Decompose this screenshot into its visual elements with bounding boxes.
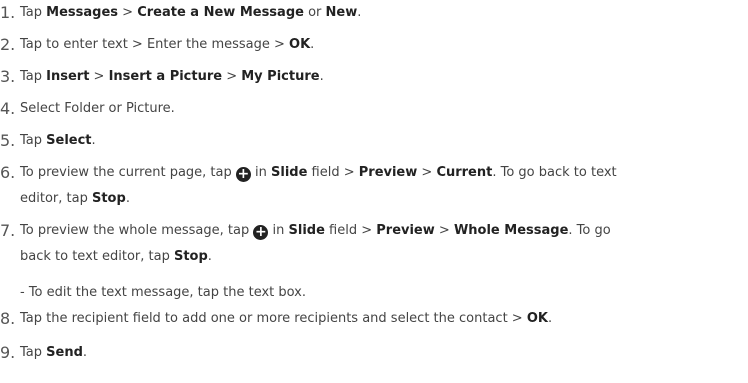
menu-my-picture: My Picture [241, 69, 320, 84]
plus-circle-icon: + [235, 166, 251, 182]
step-number: 3. [0, 67, 16, 86]
menu-insert: Insert [46, 69, 90, 84]
step-text: Tap Insert > Insert a Picture > My Pictu… [20, 69, 324, 84]
button-send: Send [46, 345, 83, 360]
button-select: Select [46, 133, 92, 148]
button-ok: OK [526, 311, 548, 326]
menu-new: New [325, 5, 358, 20]
step-number: 4. [0, 99, 16, 118]
step-text: Tap Send. [20, 345, 88, 360]
menu-whole-message: Whole Message [453, 223, 569, 238]
button-stop: Stop [173, 249, 208, 264]
step-text: Tap the recipient field to add one or mo… [20, 311, 553, 326]
field-slide: Slide [288, 223, 325, 238]
step-text: To preview the whole message, tap + in S… [20, 223, 611, 264]
field-slide: Slide [271, 165, 308, 180]
menu-insert-picture: Insert a Picture [108, 69, 223, 84]
step-text: Tap Select. [20, 133, 96, 148]
step-number: 2. [0, 35, 16, 54]
step-number: 6. [0, 163, 16, 182]
menu-create-new-message: Create a New Message [137, 5, 304, 20]
step-number: 8. [0, 309, 16, 328]
step-number: 9. [0, 343, 16, 362]
menu-messages: Messages [46, 5, 119, 20]
step-number: 1. [0, 3, 16, 22]
plus-circle-icon: + [253, 224, 269, 240]
step-note: - To edit the text message, tap the text… [20, 285, 307, 300]
button-stop: Stop [91, 191, 126, 206]
step-number: 7. [0, 221, 16, 240]
menu-current: Current [436, 165, 493, 180]
menu-preview: Preview [376, 223, 435, 238]
step-text: Tap Messages > Create a New Message or N… [20, 5, 362, 20]
step-text: Tap to enter text > Enter the message > … [20, 37, 315, 52]
button-ok: OK [289, 37, 311, 52]
step-text: Select Folder or Picture. [20, 101, 175, 116]
step-text: To preview the current page, tap + in Sl… [20, 165, 617, 206]
menu-preview: Preview [358, 165, 418, 180]
instruction-list: 1. Tap Messages > Create a New Message o… [0, 0, 748, 383]
step-number: 5. [0, 131, 16, 150]
